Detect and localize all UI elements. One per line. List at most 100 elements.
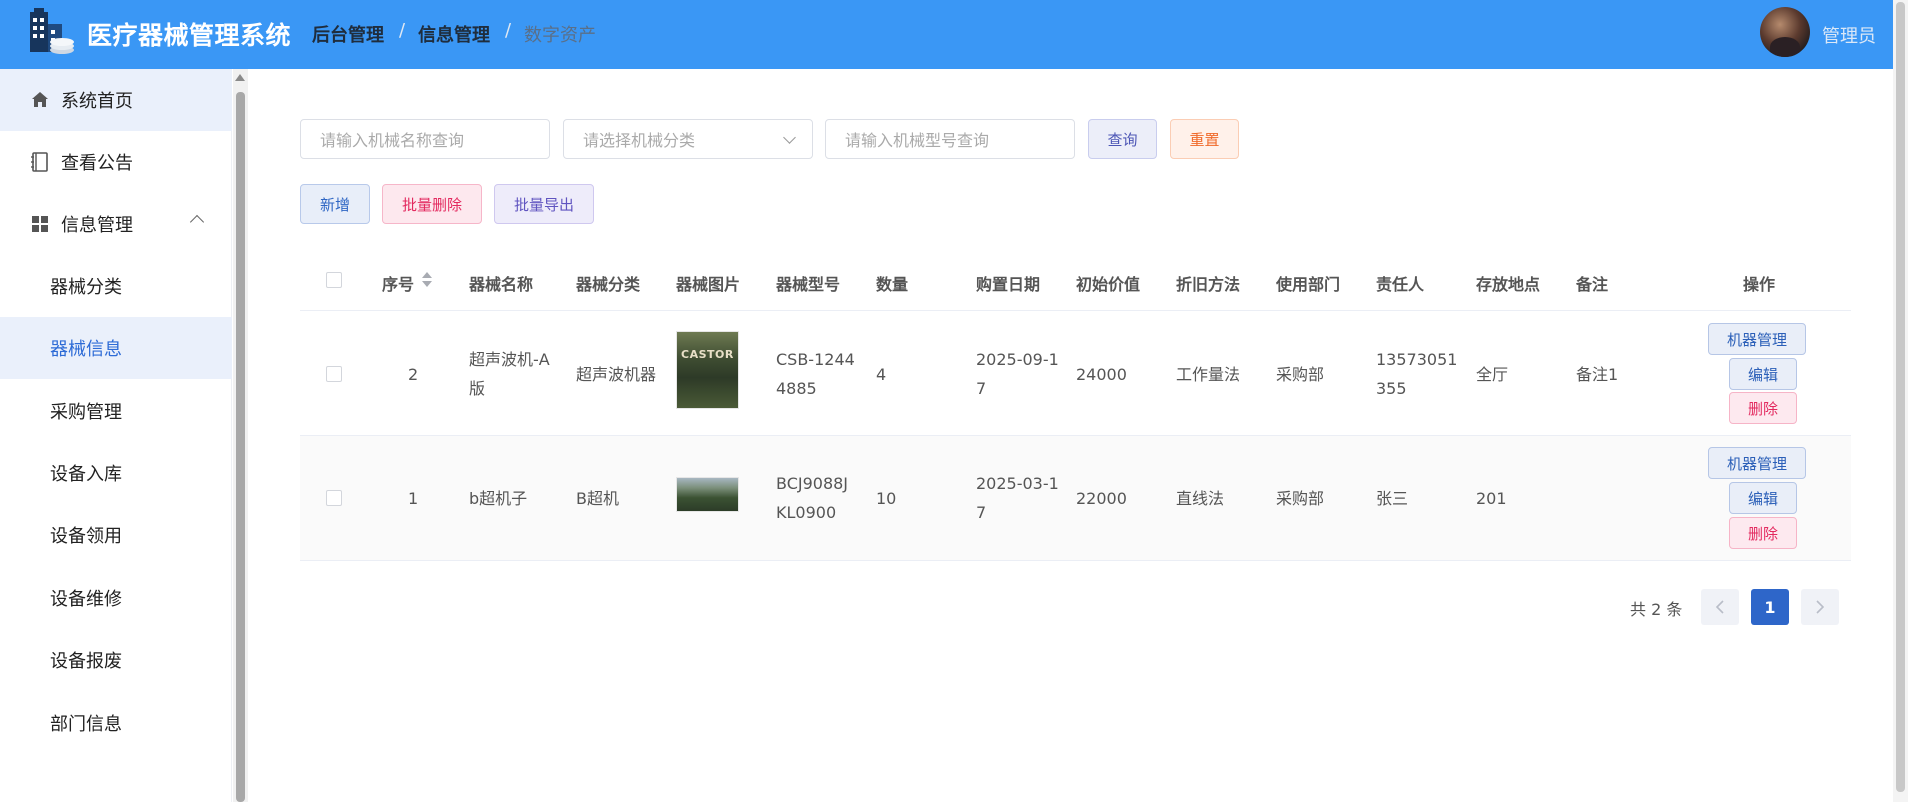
cell-person-line: 355 [1376, 379, 1407, 398]
cell-department: 采购部 [1276, 365, 1325, 384]
sidebar-item-notice[interactable]: 查看公告 [0, 131, 232, 193]
notice-icon [29, 151, 51, 173]
sidebar-subitem-department[interactable]: 部门信息 [0, 692, 232, 754]
breadcrumb-separator: / [505, 20, 512, 41]
delete-button[interactable]: 删除 [1729, 517, 1797, 549]
sort-icon[interactable] [421, 270, 433, 290]
app-title: 医疗器械管理系统 [87, 21, 292, 50]
sidebar-item-label: 信息管理 [61, 215, 133, 236]
chevron-up-icon [189, 214, 205, 230]
cell-date-line: 2025-03-1 [976, 474, 1059, 493]
sidebar-subitem-scrap[interactable]: 设备报废 [0, 629, 232, 691]
cell-person: 张三 [1376, 484, 1408, 513]
model-search-input[interactable]: 请输入机械型号查询 [825, 119, 1075, 159]
delete-button[interactable]: 删除 [1729, 392, 1797, 424]
header-category: 器械分类 [576, 275, 641, 294]
sidebar-subitem-stock-in[interactable]: 设备入库 [0, 442, 232, 504]
edit-button[interactable]: 编辑 [1729, 482, 1797, 514]
sort-asc-icon[interactable] [422, 272, 432, 278]
batch-delete-button[interactable]: 批量删除 [382, 184, 482, 224]
cell-person-line: 张三 [1376, 489, 1409, 508]
header-image: 器械图片 [676, 275, 741, 294]
cell-person: 13573051 355 [1376, 345, 1457, 403]
cell-category: 超声波机器 [576, 365, 657, 384]
header-remark: 备注 [1576, 275, 1609, 294]
top-header: 医疗器械管理系统 后台管理 / 信息管理 / 数字资产 管理员 [0, 0, 1908, 69]
header-actions: 操作 [1743, 275, 1776, 294]
cell-model: BCJ9088J KL0900 [776, 469, 848, 527]
grid-icon [29, 213, 51, 235]
cell-location: 201 [1476, 489, 1507, 508]
category-select-placeholder: 请选择机械分类 [583, 131, 696, 150]
breadcrumb-info[interactable]: 信息管理 [418, 21, 490, 47]
sidebar-item-label: 系统首页 [61, 91, 133, 112]
device-image-caption: CASTOR [681, 348, 734, 361]
chevron-down-icon [783, 131, 796, 144]
name-search-input[interactable]: 请输入机械名称查询 [300, 119, 550, 159]
cell-name-line: b超机子 [469, 489, 528, 508]
machine-manage-button[interactable]: 机器管理 [1708, 447, 1806, 479]
device-image[interactable] [676, 477, 739, 512]
row-checkbox[interactable] [326, 490, 342, 506]
cell-id: 2 [408, 365, 419, 384]
sidebar-item-info-management[interactable]: 信息管理 [0, 193, 232, 255]
category-select[interactable]: 请选择机械分类 [563, 119, 813, 159]
query-button[interactable]: 查询 [1088, 119, 1157, 159]
select-all-checkbox[interactable] [326, 272, 342, 288]
cell-name-line: 版 [469, 379, 486, 398]
cell-model-line: CSB-1244 [776, 350, 855, 369]
sidebar-subitem-device-info[interactable]: 器械信息 [0, 317, 232, 379]
home-icon [29, 89, 51, 111]
cell-date: 2025-09-1 7 [976, 345, 1059, 403]
header-value: 初始价值 [1076, 275, 1141, 294]
header-name: 器械名称 [469, 275, 534, 294]
sidebar-subitem-repair[interactable]: 设备维修 [0, 567, 232, 629]
sidebar-item-label: 查看公告 [61, 153, 133, 174]
breadcrumb-home[interactable]: 后台管理 [312, 21, 384, 47]
header-id[interactable]: 序号 [382, 271, 414, 295]
header-depreciation: 折旧方法 [1176, 275, 1241, 294]
pagination-prev-button[interactable] [1701, 589, 1739, 625]
cell-department: 采购部 [1276, 489, 1325, 508]
cell-date: 2025-03-1 7 [976, 469, 1059, 527]
cell-date-line: 7 [976, 379, 987, 398]
cell-value: 22000 [1076, 489, 1127, 508]
cell-model-line: 4885 [776, 379, 817, 398]
chevron-right-icon [1816, 600, 1825, 614]
sidebar-subitem-checkout[interactable]: 设备领用 [0, 504, 232, 566]
sidebar-subitem-purchase[interactable]: 采购管理 [0, 380, 232, 442]
pagination-page-1[interactable]: 1 [1751, 589, 1789, 625]
cell-location: 全厅 [1476, 365, 1509, 384]
cell-quantity: 4 [876, 365, 887, 384]
sidebar-item-home[interactable]: 系统首页 [0, 69, 232, 131]
sidebar-scrollbar-thumb[interactable] [236, 92, 245, 802]
username[interactable]: 管理员 [1822, 22, 1876, 48]
batch-export-button[interactable]: 批量导出 [494, 184, 594, 224]
user-avatar[interactable] [1760, 7, 1810, 57]
sort-desc-icon[interactable] [422, 281, 432, 287]
page-scrollbar-thumb[interactable] [1896, 2, 1905, 792]
pagination-next-button[interactable] [1801, 589, 1839, 625]
cell-quantity: 10 [876, 489, 897, 508]
cell-name: 超声波机-A 版 [469, 345, 550, 403]
building-logo-icon [30, 8, 74, 54]
reset-button[interactable]: 重置 [1170, 119, 1239, 159]
cell-date-line: 7 [976, 503, 987, 522]
pagination-total: 共 2 条 [1630, 600, 1683, 619]
cell-value: 24000 [1076, 365, 1127, 384]
cell-model-line: KL0900 [776, 503, 837, 522]
add-button[interactable]: 新增 [300, 184, 370, 224]
edit-button[interactable]: 编辑 [1729, 358, 1797, 390]
header-person: 责任人 [1376, 275, 1425, 294]
cell-id: 1 [408, 489, 419, 508]
sidebar-subitem-category[interactable]: 器械分类 [0, 255, 232, 317]
machine-manage-button[interactable]: 机器管理 [1708, 323, 1806, 355]
device-image[interactable]: CASTOR [676, 331, 739, 409]
cell-name-line: 超声波机-A [469, 350, 550, 369]
cell-category: B超机 [576, 489, 619, 508]
row-checkbox[interactable] [326, 366, 342, 382]
cell-date-line: 2025-09-1 [976, 350, 1059, 369]
cell-depreciation: 工作量法 [1176, 365, 1241, 384]
scroll-up-arrow-icon[interactable] [235, 74, 245, 81]
header-date: 购置日期 [976, 275, 1041, 294]
